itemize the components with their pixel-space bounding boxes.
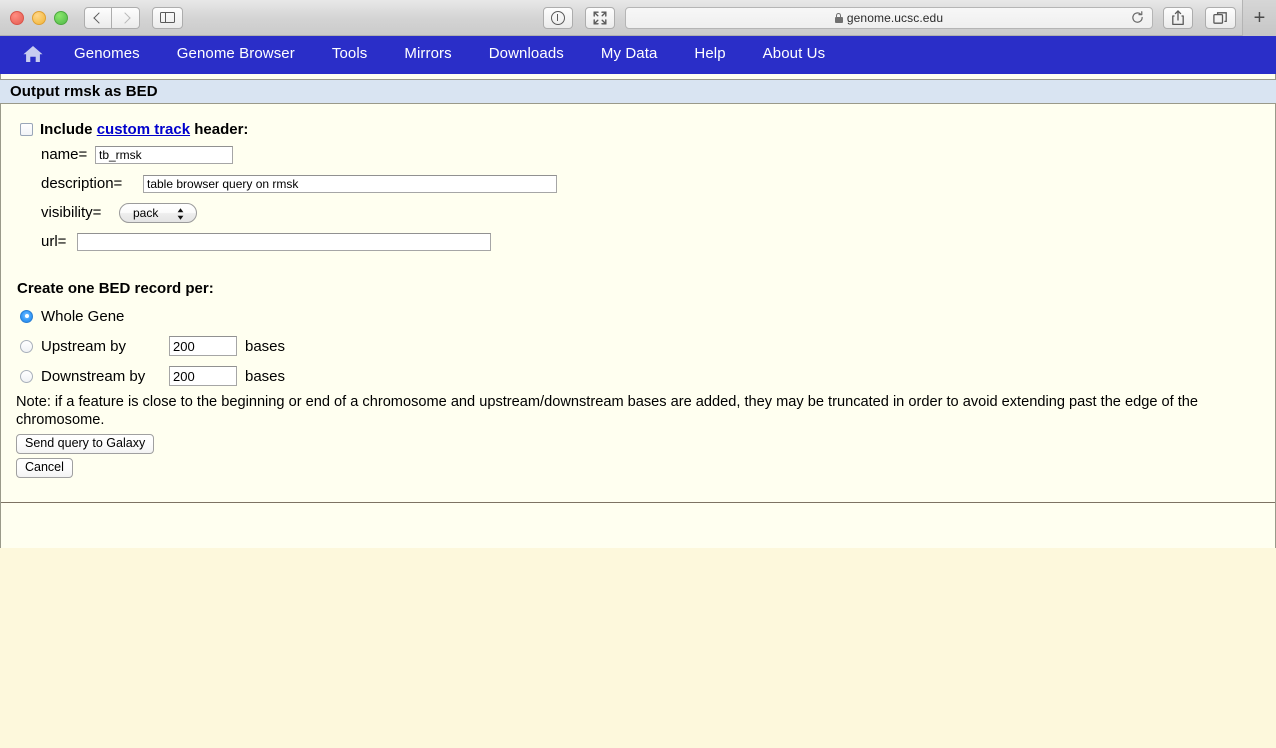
address-url: genome.ucsc.edu (847, 11, 943, 25)
navigation-buttons (84, 7, 140, 29)
page-title: Output rmsk as BED (10, 83, 158, 100)
share-button[interactable] (1163, 7, 1193, 29)
send-query-to-galaxy-button[interactable]: Send query to Galaxy (16, 434, 154, 454)
include-custom-track-label: Include custom track header: (40, 121, 248, 138)
window-controls (0, 11, 68, 25)
chevron-left-icon (93, 12, 104, 23)
sidebar-icon (160, 12, 175, 23)
track-name-input[interactable] (95, 146, 233, 164)
reader-info-button[interactable] (543, 7, 573, 29)
expand-icon (593, 11, 607, 25)
include-custom-track-row: Include custom track header: (1, 118, 1275, 140)
nav-item-downloads[interactable]: Downloads (489, 45, 564, 62)
track-description-input[interactable] (143, 175, 557, 193)
whole-gene-row: Whole Gene (1, 301, 1275, 331)
share-icon (1171, 10, 1185, 26)
nav-item-genome-browser[interactable]: Genome Browser (177, 45, 295, 62)
fullscreen-button[interactable] (585, 7, 615, 29)
sidebar-toggle-button[interactable] (152, 7, 183, 29)
show-tabs-button[interactable] (1205, 7, 1236, 29)
nav-item-help[interactable]: Help (694, 45, 725, 62)
reload-icon[interactable] (1131, 11, 1144, 24)
downstream-bases-input[interactable] (169, 366, 237, 386)
upstream-radio[interactable] (20, 340, 33, 353)
include-label-after: header: (194, 121, 248, 138)
custom-track-link[interactable]: custom track (97, 121, 190, 138)
upstream-row: Upstream by bases (1, 331, 1275, 361)
tabs-icon (1213, 11, 1228, 25)
info-icon (551, 11, 565, 25)
whole-gene-radio[interactable] (20, 310, 33, 323)
downstream-row: Downstream by bases (1, 361, 1275, 391)
forward-button[interactable] (112, 7, 140, 29)
ucsc-main-nav: Genomes Genome Browser Tools Mirrors Dow… (0, 36, 1276, 71)
cancel-button-row: Cancel (1, 458, 1275, 478)
include-custom-track-checkbox[interactable] (20, 123, 33, 136)
page-bottom-area (0, 548, 1276, 748)
close-window-button[interactable] (10, 11, 24, 25)
plus-icon: + (1254, 8, 1266, 28)
downstream-label: Downstream by (41, 368, 169, 385)
track-name-row: name= (1, 140, 1275, 169)
downstream-radio[interactable] (20, 370, 33, 383)
whole-gene-label: Whole Gene (41, 308, 124, 325)
track-visibility-label: visibility= (41, 204, 119, 221)
upstream-bases-suffix: bases (245, 338, 285, 355)
track-description-label: description= (41, 175, 143, 192)
bed-output-form: Include custom track header: name= descr… (1, 104, 1275, 503)
track-visibility-row: visibility= pack (1, 198, 1275, 227)
track-url-input[interactable] (77, 233, 491, 251)
nav-item-tools[interactable]: Tools (332, 45, 368, 62)
track-visibility-select[interactable]: pack (119, 203, 197, 223)
track-url-row: url= (1, 227, 1275, 256)
lock-icon (835, 17, 843, 23)
address-bar-container: genome.ucsc.edu (615, 7, 1163, 29)
submit-button-row: Send query to Galaxy (1, 434, 1275, 454)
nav-item-genomes[interactable]: Genomes (74, 45, 140, 62)
content-divider (1, 502, 1275, 503)
track-url-label: url= (41, 233, 77, 250)
track-visibility-value: pack (120, 206, 158, 220)
chevron-right-icon (119, 12, 130, 23)
new-tab-button[interactable]: + (1242, 0, 1276, 36)
nav-item-about-us[interactable]: About Us (763, 45, 826, 62)
truncation-note: Note: if a feature is close to the begin… (1, 393, 1250, 429)
upstream-bases-input[interactable] (169, 336, 237, 356)
home-icon[interactable] (22, 44, 44, 64)
zoom-window-button[interactable] (54, 11, 68, 25)
track-name-label: name= (41, 146, 95, 163)
cancel-button[interactable]: Cancel (16, 458, 73, 478)
page-title-bar: Output rmsk as BED (0, 79, 1276, 104)
nav-item-mirrors[interactable]: Mirrors (404, 45, 451, 62)
minimize-window-button[interactable] (32, 11, 46, 25)
track-description-row: description= (1, 169, 1275, 198)
downstream-bases-suffix: bases (245, 368, 285, 385)
chevron-updown-icon (176, 207, 185, 221)
page-content: Include custom track header: name= descr… (0, 104, 1276, 548)
address-text: genome.ucsc.edu (835, 11, 943, 25)
upstream-label: Upstream by (41, 338, 169, 355)
browser-toolbar: genome.ucsc.edu + (0, 0, 1276, 36)
nav-item-my-data[interactable]: My Data (601, 45, 658, 62)
back-button[interactable] (84, 7, 112, 29)
bed-record-heading: Create one BED record per: (1, 280, 1275, 297)
include-label-before: Include (40, 121, 93, 138)
address-bar[interactable]: genome.ucsc.edu (625, 7, 1153, 29)
